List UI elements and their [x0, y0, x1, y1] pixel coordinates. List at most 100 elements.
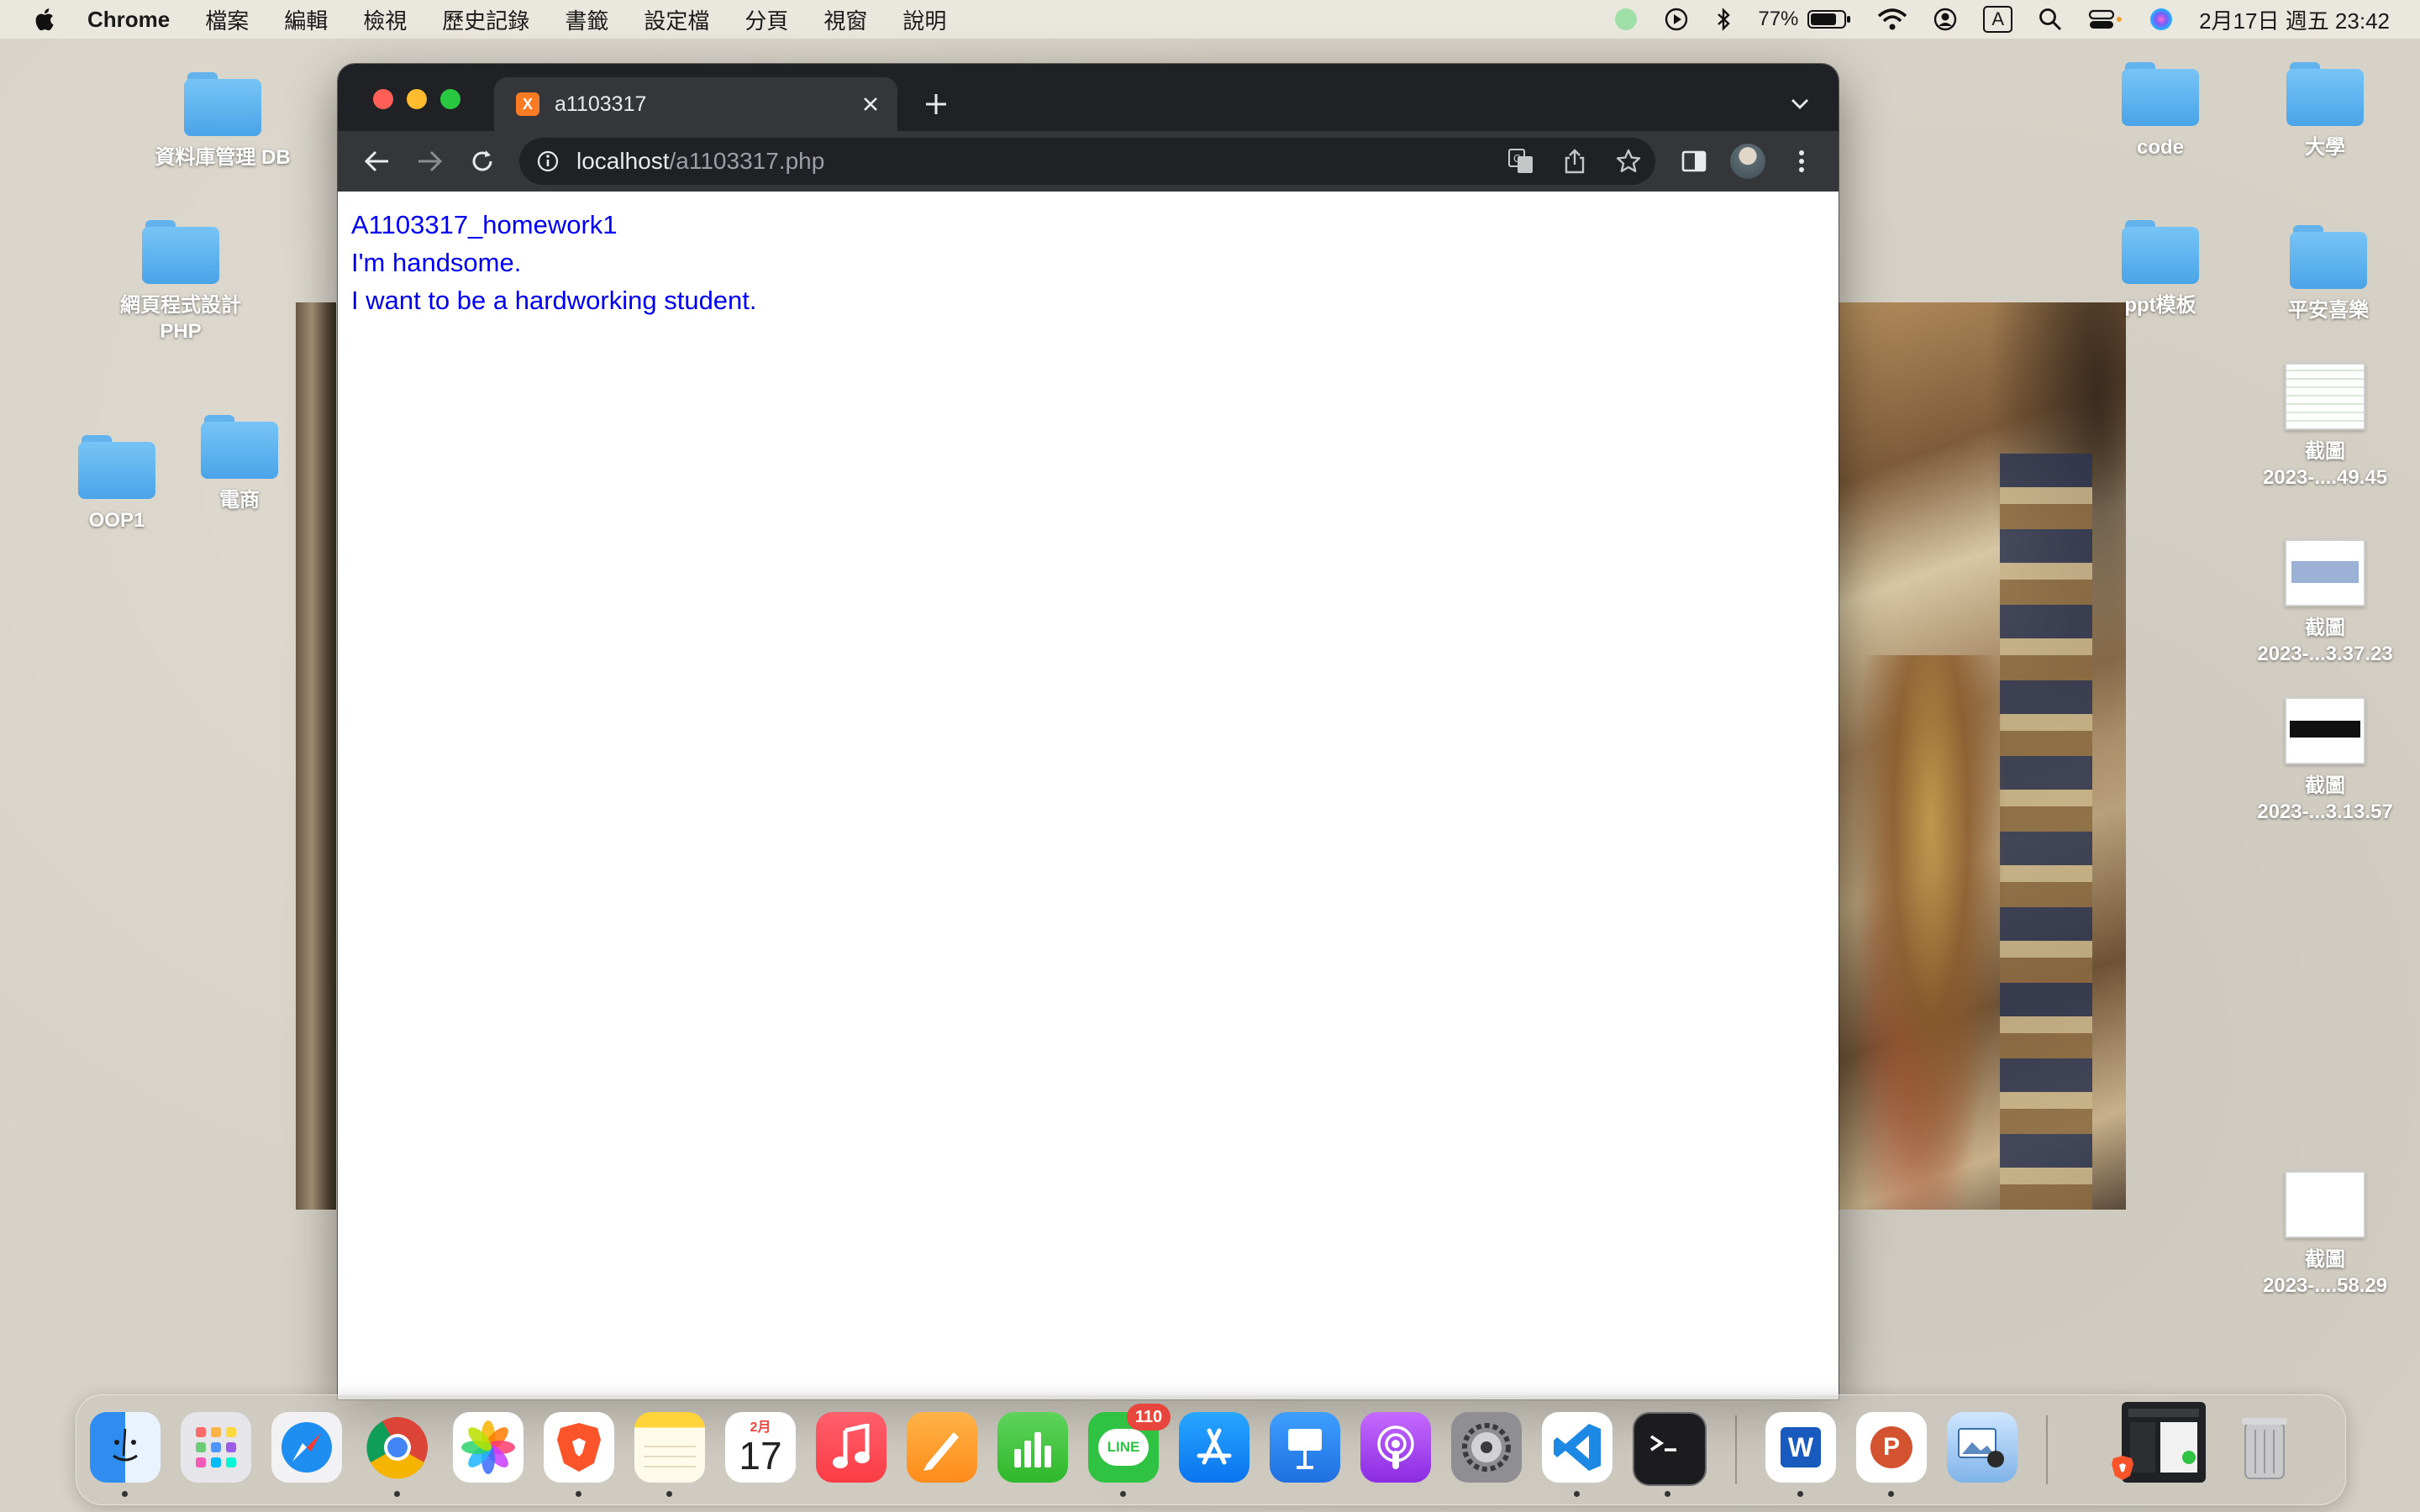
- tab-search-chevron-down-icon[interactable]: [1783, 87, 1817, 121]
- tab-strip: X a1103317: [338, 64, 1839, 131]
- calendar-month: 2月: [750, 1420, 771, 1435]
- folder-label: code: [2136, 136, 2184, 159]
- share-icon[interactable]: [1560, 146, 1590, 176]
- folder-icon: [2122, 62, 2199, 126]
- address-bar[interactable]: localhost/a1103317.php G: [519, 138, 1655, 185]
- desktop-folder-university[interactable]: 大學: [2245, 62, 2405, 160]
- desktop-folder-php[interactable]: 網頁程式設計 PHP: [101, 220, 260, 344]
- user-icon[interactable]: [1933, 0, 1958, 39]
- control-center-icon[interactable]: [2088, 0, 2123, 39]
- minimize-window-button[interactable]: [407, 89, 427, 109]
- chrome-icon[interactable]: [362, 1412, 433, 1483]
- desktop-screenshot-2[interactable]: 截圖 2023-...3.37.23: [2245, 539, 2405, 667]
- profile-avatar[interactable]: [1729, 143, 1766, 180]
- page-text-line-3: I want to be a hardworking student.: [351, 286, 757, 315]
- tab-active[interactable]: X a1103317: [494, 77, 897, 131]
- play-icon[interactable]: [1664, 0, 1689, 39]
- bookmark-star-icon[interactable]: [1613, 146, 1644, 176]
- new-tab-plus-icon[interactable]: [918, 86, 955, 123]
- menu-file[interactable]: 檔案: [205, 4, 249, 35]
- music-icon[interactable]: [816, 1412, 886, 1483]
- line-icon[interactable]: LINE 110: [1088, 1404, 1171, 1483]
- screenshot-label: 截圖 2023-...3.13.57: [2257, 774, 2393, 823]
- vscode-running-dot: [1574, 1491, 1580, 1497]
- finder-icon[interactable]: [90, 1412, 160, 1483]
- menu-history[interactable]: 歷史記錄: [442, 4, 529, 35]
- desktop-folder-ppt-templates[interactable]: ppt模板: [2081, 220, 2240, 318]
- folder-label: 網頁程式設計 PHP: [120, 294, 241, 343]
- preview-icon[interactable]: [1947, 1412, 2018, 1483]
- more-menu-icon[interactable]: [1783, 143, 1820, 180]
- url-text[interactable]: localhost/a1103317.php: [576, 138, 824, 185]
- pages-icon[interactable]: [907, 1412, 977, 1483]
- close-window-button[interactable]: [373, 89, 393, 109]
- brave-icon[interactable]: [544, 1412, 614, 1483]
- dock: 2月 17 LINE 110 W P: [76, 1394, 2346, 1505]
- notes-icon[interactable]: [634, 1412, 705, 1483]
- app-store-icon[interactable]: [1179, 1412, 1249, 1483]
- calendar-day: 17: [739, 1434, 782, 1478]
- tab-close-icon[interactable]: [854, 87, 887, 121]
- input-method-icon[interactable]: A: [1983, 0, 2013, 39]
- dock-separator-2: [2046, 1415, 2048, 1484]
- menu-window[interactable]: 視窗: [823, 4, 867, 35]
- folder-icon: [201, 415, 278, 479]
- numbers-icon[interactable]: [997, 1412, 1068, 1483]
- terminal-icon[interactable]: [1633, 1412, 1707, 1486]
- desktop-screenshot-1[interactable]: 截圖 2023-....49.45: [2245, 363, 2405, 491]
- powerpoint-icon[interactable]: P: [1856, 1412, 1927, 1483]
- menu-edit[interactable]: 編輯: [284, 4, 328, 35]
- menu-help[interactable]: 說明: [902, 4, 946, 35]
- bluetooth-icon[interactable]: [1714, 0, 1733, 39]
- podcasts-icon[interactable]: [1360, 1412, 1431, 1483]
- menu-bookmarks[interactable]: 書籤: [565, 4, 608, 35]
- reload-icon[interactable]: [464, 143, 501, 180]
- system-settings-icon[interactable]: [1451, 1412, 1522, 1483]
- desktop-screenshot-4[interactable]: 截圖 2023-....58.29: [2245, 1171, 2405, 1299]
- desktop-folder-ecommerce[interactable]: 電商: [160, 415, 319, 513]
- battery-icon[interactable]: [1807, 0, 1852, 39]
- screenshot-label: 截圖 2023-....58.29: [2262, 1248, 2388, 1297]
- desktop-folder-code[interactable]: code: [2081, 62, 2240, 160]
- line-notification-badge: 110: [1127, 1404, 1171, 1431]
- wifi-icon[interactable]: [1877, 0, 1907, 39]
- desktop-screenshot-3[interactable]: 截圖 2023-...3.13.57: [2245, 697, 2405, 825]
- launchpad-icon[interactable]: [181, 1412, 251, 1483]
- page-text-line-2: I'm handsome.: [351, 248, 522, 277]
- spotlight-search-icon[interactable]: [2038, 0, 2063, 39]
- screenshot-thumbnail: [2285, 1171, 2365, 1238]
- word-icon[interactable]: W: [1765, 1412, 1836, 1483]
- tab-title: a1103317: [555, 92, 647, 116]
- zoom-window-button[interactable]: [440, 89, 460, 109]
- line-bubble-icon: LINE: [1098, 1429, 1149, 1466]
- vscode-icon[interactable]: [1542, 1412, 1612, 1483]
- menu-profiles[interactable]: 設定檔: [644, 4, 709, 35]
- clock[interactable]: 2月17日 週五 23:42: [2199, 0, 2390, 39]
- translate-icon[interactable]: G: [1506, 146, 1536, 176]
- word-letter: W: [1781, 1427, 1821, 1467]
- forward-arrow-icon[interactable]: [412, 143, 449, 180]
- menu-view[interactable]: 檢視: [363, 4, 407, 35]
- powerpoint-running-dot: [1888, 1491, 1894, 1497]
- desktop-folder-peace-joy[interactable]: 平安喜樂: [2249, 225, 2408, 323]
- apple-menu-icon[interactable]: [32, 7, 55, 32]
- back-arrow-icon[interactable]: [358, 143, 395, 180]
- trash-icon[interactable]: [2229, 1412, 2300, 1483]
- side-panel-icon[interactable]: [1676, 143, 1712, 180]
- menu-tab[interactable]: 分頁: [744, 4, 788, 35]
- siri-icon[interactable]: [2149, 0, 2174, 39]
- site-info-icon[interactable]: [534, 148, 561, 175]
- keynote-icon[interactable]: [1270, 1412, 1340, 1483]
- photos-icon[interactable]: [453, 1412, 523, 1483]
- desktop-folder-database[interactable]: 資料庫管理 DB: [143, 72, 302, 171]
- safari-icon[interactable]: [271, 1412, 342, 1483]
- battery-percent: 77%: [1758, 8, 1799, 30]
- screenshot-thumbnail: [2285, 363, 2365, 430]
- folder-label: ppt模板: [2124, 294, 2196, 317]
- folder-label: 電商: [219, 489, 260, 512]
- calendar-icon[interactable]: 2月 17: [725, 1412, 796, 1483]
- status-area: 77% A 2月17日 週五 23:42: [1613, 0, 2390, 39]
- menu-app-name[interactable]: Chrome: [87, 7, 170, 33]
- folder-icon: [2286, 62, 2364, 126]
- green-status-icon[interactable]: [1613, 0, 1639, 39]
